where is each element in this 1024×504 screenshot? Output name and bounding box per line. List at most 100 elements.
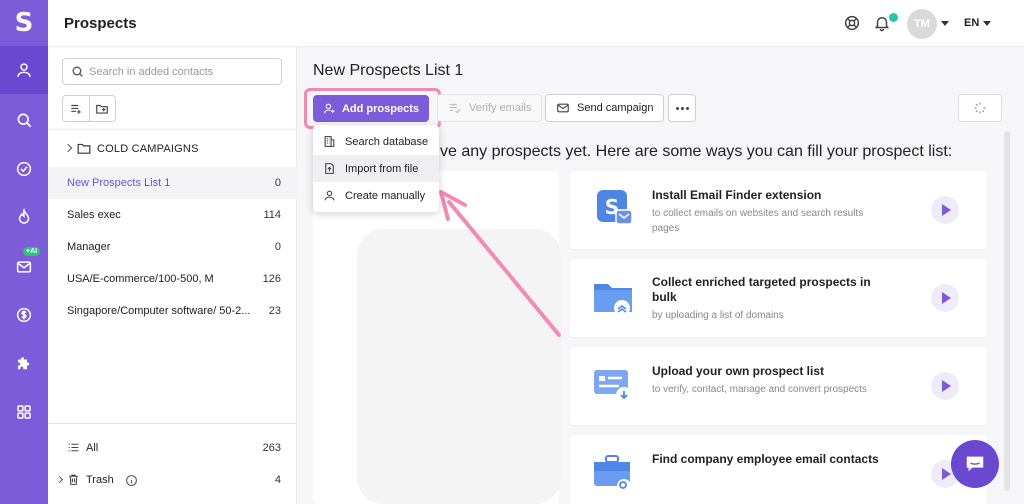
add-prospects-dropdown: Search database Import from file Create … — [313, 125, 439, 212]
nav-search[interactable] — [0, 96, 48, 144]
play-icon[interactable] — [931, 372, 959, 400]
empty-state-message: ve any prospects yet. Here are some ways… — [440, 143, 953, 160]
add-list-icon — [71, 104, 81, 114]
illustration-placeholder — [357, 229, 561, 504]
send-campaign-button[interactable]: Send campaign — [545, 94, 665, 122]
nav-prospects[interactable] — [0, 46, 48, 94]
trash-count: 4 — [274, 474, 281, 486]
fire-icon — [18, 208, 30, 224]
prospect-lists-sidebar: COLD CAMPAIGNS New Prospects List 1 0 Sa… — [48, 47, 297, 504]
verify-list-icon — [449, 103, 461, 114]
top-header: Prospects TM EN — [48, 0, 1024, 47]
chat-icon — [966, 456, 984, 472]
spinner-icon — [974, 102, 986, 114]
more-dots-icon — [680, 106, 684, 110]
list-count: 0 — [274, 241, 281, 253]
chevron-right-icon[interactable] — [63, 143, 73, 153]
divider — [48, 129, 297, 130]
play-icon[interactable] — [931, 196, 959, 224]
nav-verifier[interactable] — [0, 145, 48, 193]
menu-item-create-manually[interactable]: Create manually — [313, 182, 439, 209]
list-count: 114 — [263, 209, 281, 221]
menu-item-search-database[interactable]: Search database — [313, 128, 439, 155]
all-count: 263 — [262, 442, 281, 454]
upload-list-card[interactable]: Upload your own prospect list to verify,… — [570, 347, 987, 425]
list-count: 23 — [268, 305, 281, 317]
list-item[interactable]: Sales exec 114 — [48, 199, 297, 231]
install-extension-card[interactable]: S Install Email Finder extension to coll… — [570, 171, 987, 249]
search-icon — [17, 113, 32, 128]
scrollbar[interactable] — [1004, 131, 1010, 491]
list-name: Sales exec — [67, 209, 121, 221]
page-title: Prospects — [64, 15, 137, 32]
chat-widget-button[interactable] — [951, 440, 999, 488]
mail-icon — [16, 261, 32, 273]
chevron-down-icon[interactable] — [941, 21, 949, 26]
folder-upload-icon — [594, 284, 632, 316]
add-folder-icon — [96, 104, 109, 114]
sidebar-actions — [62, 95, 116, 122]
all-prospects-item[interactable]: All 263 — [48, 433, 297, 463]
extension-icon: S — [597, 190, 633, 225]
nav-billing[interactable] — [0, 291, 48, 339]
highlight-box — [304, 88, 441, 129]
list-title: New Prospects List 1 — [313, 62, 464, 79]
card-title: Collect enriched targeted prospects in b… — [652, 275, 871, 304]
trash-item[interactable]: Trash 4 — [48, 465, 297, 495]
card-title: Find company employee email contacts — [652, 452, 879, 466]
more-dots-icon — [675, 106, 679, 110]
left-nav-rail: S +AI — [0, 0, 48, 504]
menu-item-import-file[interactable]: Import from file — [313, 155, 439, 182]
search-box — [62, 58, 282, 85]
card-subtitle: to verify, contact, manage and convert p… — [652, 384, 867, 395]
list-name: USA/E-commerce/100-500, M — [67, 273, 214, 285]
info-icon[interactable] — [125, 474, 138, 487]
list-name: New Prospects List 1 — [67, 177, 171, 189]
search-icon — [72, 66, 83, 77]
chevron-down-icon[interactable] — [983, 21, 991, 26]
user-icon — [17, 63, 31, 77]
chevron-right-icon[interactable] — [55, 475, 64, 484]
list-icon — [68, 443, 79, 452]
card-subtitle: to collect emails on websites and search… — [652, 208, 864, 234]
list-item[interactable]: Manager 0 — [48, 231, 297, 263]
card-title: Upload your own prospect list — [652, 364, 825, 378]
folder-label: COLD CAMPAIGNS — [97, 143, 199, 155]
nav-apps[interactable] — [0, 388, 48, 436]
building-icon — [324, 136, 335, 147]
send-campaign-label: Send campaign — [577, 102, 654, 114]
menu-item-label: Create manually — [345, 189, 426, 202]
mail-icon — [557, 103, 569, 113]
divider — [48, 423, 297, 424]
briefcase-search-icon — [594, 455, 631, 493]
app-logo[interactable]: S — [0, 0, 48, 46]
language-selector[interactable]: EN — [964, 17, 979, 29]
dollar-icon — [16, 307, 32, 323]
puzzle-icon — [18, 357, 30, 370]
search-input[interactable] — [89, 64, 274, 80]
list-item[interactable]: Singapore/Computer software/ 50-2... 23 — [48, 295, 297, 327]
upload-list-icon — [594, 370, 632, 403]
nav-campaigns[interactable] — [0, 243, 48, 291]
create-list-button[interactable] — [63, 96, 89, 121]
nav-warmup[interactable] — [0, 193, 48, 241]
nav-integrations[interactable] — [0, 340, 48, 388]
card-title: Install Email Finder extension — [652, 188, 822, 202]
more-actions-button[interactable] — [668, 94, 696, 122]
check-circle-icon — [16, 161, 32, 177]
loading-button[interactable] — [958, 94, 1002, 122]
verify-emails-button[interactable]: Verify emails — [437, 94, 543, 122]
help-icon[interactable] — [843, 14, 861, 32]
folder-icon — [77, 143, 91, 154]
play-icon[interactable] — [931, 284, 959, 312]
create-folder-button[interactable] — [88, 96, 115, 121]
list-item[interactable]: USA/E-commerce/100-500, M 126 — [48, 263, 297, 295]
list-item[interactable]: New Prospects List 1 0 — [48, 167, 297, 199]
trash-icon — [69, 474, 78, 485]
collect-bulk-card[interactable]: Collect enriched targeted prospects in b… — [570, 259, 987, 337]
folder-cold-campaigns[interactable]: COLD CAMPAIGNS — [48, 137, 297, 161]
find-employee-card[interactable]: Find company employee email contacts — [570, 435, 987, 504]
trash-label: Trash — [86, 474, 114, 486]
avatar[interactable]: TM — [907, 9, 937, 39]
card-subtitle: by uploading a list of domains — [652, 310, 784, 321]
